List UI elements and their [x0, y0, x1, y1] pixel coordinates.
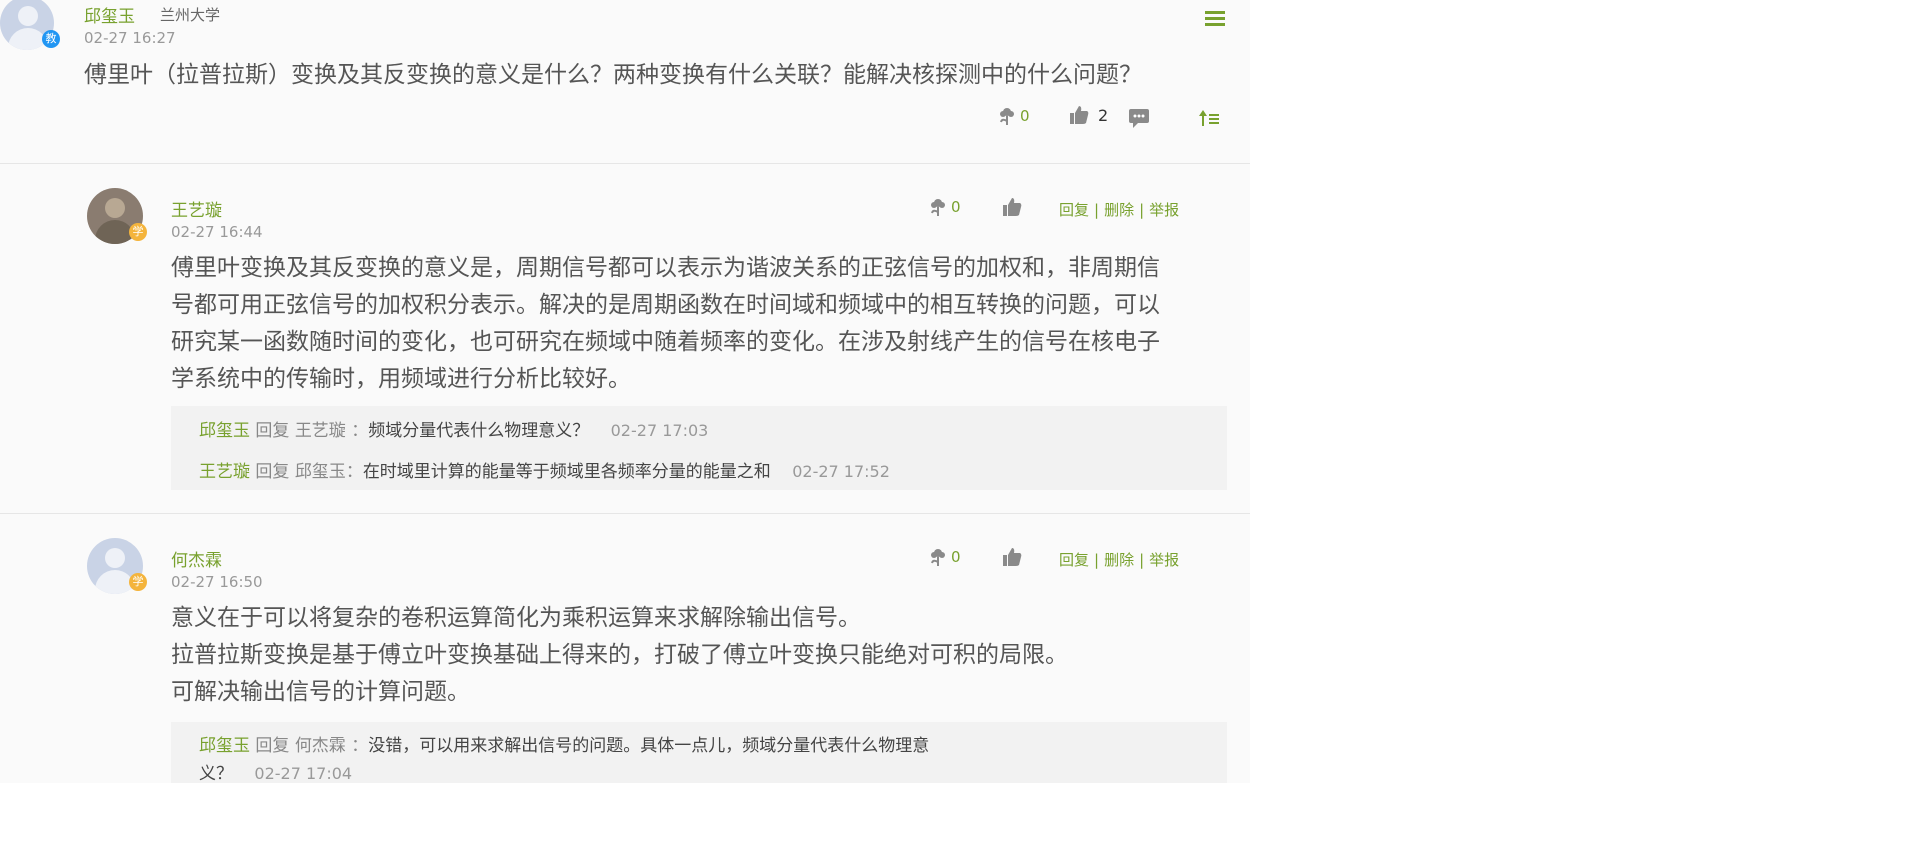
- separator: |: [1094, 201, 1100, 219]
- delete-link[interactable]: 删除: [1104, 551, 1134, 569]
- flower-count: 0: [951, 198, 961, 216]
- delete-link[interactable]: 删除: [1104, 201, 1134, 219]
- comment-author[interactable]: 邱玺玉: [199, 421, 250, 441]
- flower-icon: [997, 106, 1017, 126]
- reply-actions: 回复 | 删除 | 举报: [1059, 199, 1179, 220]
- post-text: 傅里叶（拉普拉斯）变换及其反变换的意义是什么？两种变换有什么关联？能解决核探测中…: [84, 62, 1142, 88]
- reply-text: 意义在于可以将复杂的卷积运算简化为乘积运算来求解除输出信号。 拉普拉斯变换是基于…: [171, 600, 1068, 711]
- flower-icon: [928, 547, 948, 567]
- like-button[interactable]: 2: [1068, 104, 1108, 126]
- like-count: 2: [1098, 105, 1109, 125]
- author-name[interactable]: 邱玺玉: [84, 2, 135, 27]
- comment-time: 02-27 17:03: [610, 421, 709, 440]
- reply-actions: 回复 | 删除 | 举报: [1059, 549, 1179, 570]
- text-line: 号都可用正弦信号的加权积分表示。解决的是周期函数在时间域和频域中的相互转换的问题…: [171, 292, 1160, 318]
- reply-link[interactable]: 回复: [1059, 201, 1089, 219]
- comment-time: 02-27 17:52: [792, 462, 890, 481]
- reply-item: 学 何杰霖 02-27 16:50 0 回复 | 删除 | 举报 意义在于可以将复杂的卷…: [0, 514, 1250, 783]
- comment-item: 邱玺玉 回复 何杰霖 ：没错，可以用来求解出信号的问题。具体一点儿，频域分量代表…: [199, 732, 1189, 783]
- separator: |: [1139, 551, 1145, 569]
- teacher-badge: 教: [42, 30, 60, 48]
- text-line: 研究某一函数随时间的变化，也可研究在频域中随着频率的变化。在涉及射线产生的信号在…: [171, 329, 1160, 355]
- thumbs-up-icon: [1001, 196, 1023, 218]
- author-name[interactable]: 王艺璇: [171, 196, 222, 221]
- reply-verb: 回复: [255, 462, 290, 482]
- comment-time: 02-27 17:04: [254, 764, 353, 783]
- flower-count: 0: [1020, 107, 1030, 125]
- comment-icon: [1128, 108, 1150, 128]
- flower-button[interactable]: 0: [928, 197, 961, 217]
- author-name[interactable]: 何杰霖: [171, 546, 222, 571]
- comment-box: 邱玺玉 回复 王艺璇 ：频域分量代表什么物理意义？ 02-27 17:03 王艺…: [171, 406, 1227, 490]
- text-line: 拉普拉斯变换是基于傅立叶变换基础上得来的，打破了傅立叶变换只能绝对可积的局限。: [171, 642, 1068, 668]
- school-name: 兰州大学: [160, 6, 221, 24]
- comment-text: 没错，可以用来求解出信号的问题。具体一点儿，频域分量代表什么物理意: [368, 736, 930, 756]
- student-badge: 学: [129, 573, 147, 591]
- original-post: 教 邱玺玉 兰州大学 02-27 16:27 傅里叶（拉普拉斯）变换及其反变换的…: [0, 0, 1250, 164]
- flower-icon: [928, 197, 948, 217]
- reply-text: 傅里叶变换及其反变换的意义是，周期信号都可以表示为谐波关系的正弦信号的加权和，非…: [171, 250, 1160, 398]
- comment-text: 在时域里计算的能量等于频域里各频率分量的能量之和: [362, 462, 771, 482]
- reply-link[interactable]: 回复: [1059, 551, 1089, 569]
- comment-item: 邱玺玉 回复 王艺璇 ：频域分量代表什么物理意义？ 02-27 17:03: [199, 416, 708, 441]
- separator: |: [1094, 551, 1100, 569]
- flower-button[interactable]: 0: [928, 547, 961, 567]
- comment-text-continued: 义？: [199, 764, 233, 783]
- text-line: 傅里叶变换及其反变换的意义是，周期信号都可以表示为谐波关系的正弦信号的加权和，非…: [171, 255, 1160, 281]
- comment-box: 邱玺玉 回复 何杰霖 ：没错，可以用来求解出信号的问题。具体一点儿，频域分量代表…: [171, 722, 1227, 783]
- comment-target[interactable]: 王艺璇: [295, 421, 346, 441]
- flower-button[interactable]: 0: [997, 106, 1030, 126]
- comment-target[interactable]: 邱玺玉: [295, 462, 346, 482]
- reply-item: 学 王艺璇 02-27 16:44 0 回复 | 删除 | 举报 傅里叶变换及其反变换的…: [0, 164, 1250, 514]
- comment-target[interactable]: 何杰霖: [295, 736, 346, 756]
- like-button[interactable]: [1001, 196, 1023, 218]
- sort-top-button[interactable]: [1198, 109, 1220, 127]
- text-line: 可解决输出信号的计算问题。: [171, 679, 470, 705]
- comment-item: 王艺璇 回复 邱玺玉：在时域里计算的能量等于频域里各频率分量的能量之和 02-2…: [199, 457, 890, 482]
- text-line: 意义在于可以将复杂的卷积运算简化为乘积运算来求解除输出信号。: [171, 605, 861, 631]
- sort-top-icon: [1198, 109, 1220, 127]
- reply-verb: 回复: [255, 736, 290, 756]
- report-link[interactable]: 举报: [1149, 551, 1179, 569]
- reply-verb: 回复: [255, 421, 290, 441]
- report-link[interactable]: 举报: [1149, 201, 1179, 219]
- comment-colon: ：: [351, 421, 369, 441]
- menu-icon[interactable]: [1205, 11, 1225, 29]
- comment-colon: ：: [351, 736, 369, 756]
- comment-colon: ：: [345, 462, 363, 482]
- flower-count: 0: [951, 548, 961, 566]
- text-line: 学系统中的传输时，用频域进行分析比较好。: [171, 366, 631, 392]
- discussion-thread: 教 邱玺玉 兰州大学 02-27 16:27 傅里叶（拉普拉斯）变换及其反变换的…: [0, 0, 1250, 783]
- separator: |: [1139, 201, 1145, 219]
- like-button[interactable]: [1001, 546, 1023, 568]
- thumbs-up-icon: [1001, 546, 1023, 568]
- reply-time: 02-27 16:50: [171, 573, 263, 591]
- thumbs-up-icon: [1068, 104, 1090, 126]
- reply-time: 02-27 16:44: [171, 223, 263, 241]
- comment-button[interactable]: [1128, 108, 1150, 128]
- post-time: 02-27 16:27: [84, 29, 176, 47]
- comment-text: 频域分量代表什么物理意义？: [368, 421, 590, 441]
- comment-author[interactable]: 王艺璇: [199, 462, 250, 482]
- comment-author[interactable]: 邱玺玉: [199, 736, 250, 756]
- student-badge: 学: [129, 223, 147, 241]
